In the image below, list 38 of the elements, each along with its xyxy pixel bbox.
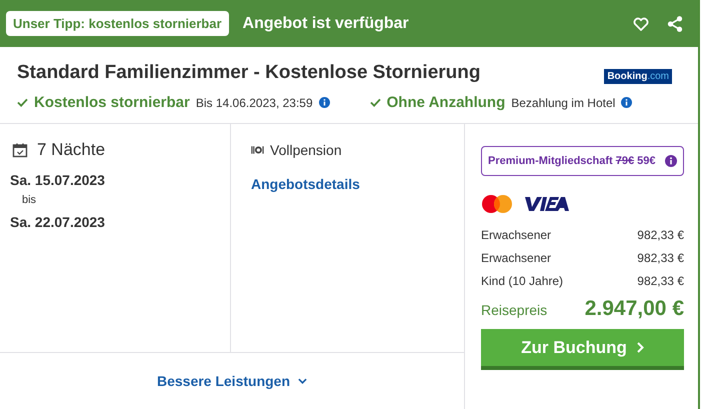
traveler-price: 982,33 € bbox=[637, 251, 684, 265]
info-icon[interactable] bbox=[665, 155, 677, 167]
availability-text: Angebot ist verfügbar bbox=[242, 14, 409, 32]
provider-logo: Booking.com bbox=[604, 69, 672, 84]
total-label: Reisepreis bbox=[481, 302, 548, 318]
chevron-down-icon bbox=[298, 378, 308, 384]
date-separator: bis bbox=[22, 194, 38, 206]
board-type: Vollpension bbox=[270, 142, 342, 158]
plate-icon bbox=[251, 145, 264, 155]
info-icon[interactable] bbox=[318, 97, 330, 108]
traveler-label: Erwachsener bbox=[481, 251, 552, 265]
traveler-price: 982,33 € bbox=[637, 274, 684, 288]
traveler-label: Erwachsener bbox=[481, 228, 552, 242]
better-services-link[interactable]: Bessere Leistungen bbox=[156, 373, 308, 389]
tip-badge: Unser Tipp: kostenlos stornierbar bbox=[6, 11, 229, 36]
nights-count: 7 Nächte bbox=[37, 140, 106, 160]
feature-label: Kostenlos stornierbar bbox=[34, 94, 190, 111]
check-icon bbox=[370, 98, 381, 107]
offer-details-link[interactable]: Angebotsdetails bbox=[251, 176, 360, 192]
feature-label: Ohne Anzahlung bbox=[386, 94, 506, 111]
traveler-price: 982,33 € bbox=[637, 228, 684, 242]
calendar-icon bbox=[12, 142, 28, 158]
end-date: Sa. 22.07.2023 bbox=[10, 214, 106, 230]
start-date: Sa. 15.07.2023 bbox=[10, 172, 106, 188]
info-icon[interactable] bbox=[621, 97, 632, 108]
traveler-label: Kind (10 Jahre) bbox=[481, 274, 564, 288]
chevron-right-icon bbox=[636, 342, 644, 353]
premium-text: Premium-Mitgliedschaft 79€ 59€ bbox=[488, 155, 656, 167]
card-brand-icon bbox=[523, 196, 569, 212]
check-icon bbox=[17, 98, 28, 107]
share-icon[interactable] bbox=[666, 14, 684, 32]
feature-detail: Bis 14.06.2023, 23:59 bbox=[196, 96, 313, 110]
card-circles-icon bbox=[481, 194, 513, 214]
premium-banner[interactable]: Premium-Mitgliedschaft 79€ 59€ bbox=[481, 146, 684, 176]
total-price: 2.947,00 € bbox=[584, 297, 684, 321]
room-title: Standard Familienzimmer - Kostenlose Stornierung bbox=[17, 62, 480, 84]
heart-icon[interactable] bbox=[632, 14, 650, 32]
feature-detail: Bezahlung im Hotel bbox=[511, 96, 616, 110]
